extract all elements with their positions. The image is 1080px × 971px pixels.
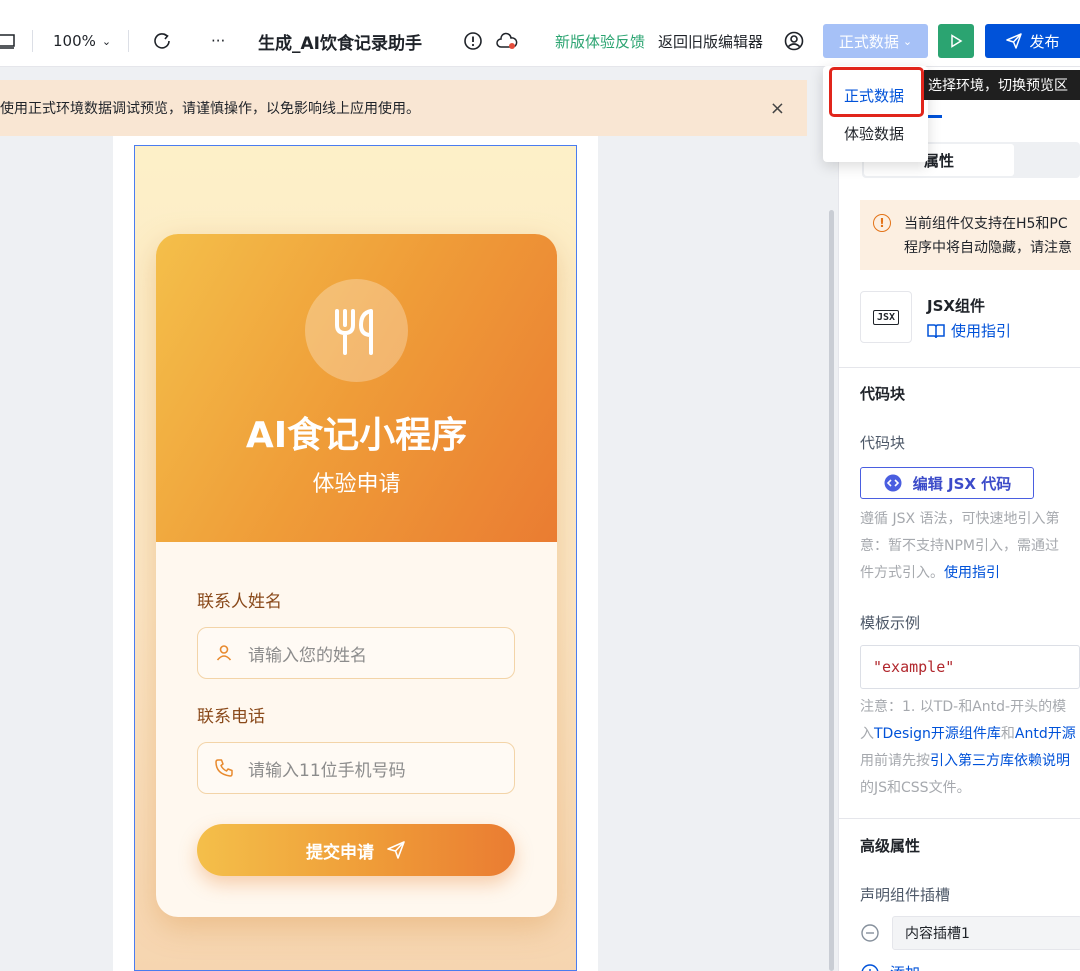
close-icon[interactable]: × <box>770 98 785 119</box>
note-line3-pre: 用前请先按 <box>860 753 930 769</box>
more-icon[interactable]: ··· <box>211 26 225 56</box>
antd-link[interactable]: Antd开源 <box>1015 726 1076 742</box>
tdesign-link[interactable]: TDesign开源组件库 <box>874 726 1001 742</box>
send-icon <box>1005 32 1023 50</box>
note-line4: 的JS和CSS文件。 <box>860 775 1076 802</box>
warning-line2: 程序中将自动隐藏，请注意 <box>904 236 1080 260</box>
toolbar-divider <box>32 30 33 52</box>
desc-line1: 遵循 JSX 语法，可快速地引入第 <box>860 506 1060 533</box>
add-icon <box>860 963 880 971</box>
selection-highlight <box>829 67 924 117</box>
code-description: 遵循 JSX 语法，可快速地引入第 意：暂不支持NPM引入，需通过 件方式引入。… <box>860 506 1060 587</box>
chevron-down-icon: ⌄ <box>903 35 912 48</box>
tab-underline <box>927 115 942 118</box>
phone-icon <box>214 758 234 778</box>
template-code: "example" <box>860 645 1080 689</box>
banner-text: 使用正式环境数据调试预览，请谨慎操作，以免影响线上应用使用。 <box>0 98 420 118</box>
note-line3: 用前请先按引入第三方库依赖说明 <box>860 748 1076 775</box>
info-icon[interactable] <box>463 26 483 56</box>
compat-warning: 当前组件仅支持在H5和PC 程序中将自动隐藏，请注意 <box>860 200 1080 270</box>
add-slot-button[interactable]: 添加 <box>860 962 920 971</box>
usage-guide-label: 使用指引 <box>951 320 1011 341</box>
submit-button[interactable]: 提交申请 <box>197 824 515 876</box>
desc-line3: 件方式引入。使用指引 <box>860 560 1060 587</box>
back-old-editor-link[interactable]: 返回旧版编辑器 <box>658 26 763 56</box>
chevron-down-icon: ⌄ <box>102 35 111 48</box>
template-note: 注意：1. 以TD-和Antd-开头的模 入TDesign开源组件库和Antd开… <box>860 694 1076 802</box>
code-icon <box>883 473 903 493</box>
env-warning-banner: 使用正式环境数据调试预览，请谨慎操作，以免影响线上应用使用。 × <box>0 80 807 136</box>
name-input[interactable]: 请输入您的姓名 <box>197 627 515 679</box>
submit-label: 提交申请 <box>306 838 374 863</box>
play-icon <box>949 34 963 48</box>
book-icon <box>927 323 945 339</box>
env-select-label: 正式数据 <box>839 31 899 52</box>
feedback-link[interactable]: 新版体验反馈 <box>555 26 645 56</box>
note-line2-pre: 入 <box>860 726 874 742</box>
card-header: AI食记小程序 体验申请 <box>156 234 557 542</box>
section-code-heading: 代码块 <box>860 383 905 404</box>
desc-line3-text: 件方式引入。 <box>860 565 944 581</box>
section-divider <box>838 818 1080 819</box>
zoom-select[interactable]: 100% ⌄ <box>53 26 111 56</box>
panel-scrollbar[interactable] <box>829 210 834 971</box>
slot-row: 内容插槽1 <box>860 916 1080 950</box>
add-label: 添加 <box>890 962 920 971</box>
phone-input[interactable]: 请输入11位手机号码 <box>197 742 515 794</box>
third-party-link[interactable]: 引入第三方库依赖说明 <box>930 753 1070 769</box>
env-option-trial[interactable]: 体验数据 <box>823 116 928 150</box>
jsx-component-icon: JSX <box>860 291 912 343</box>
usage-guide-link[interactable]: 使用指引 <box>927 320 1011 341</box>
desc-usage-link[interactable]: 使用指引 <box>944 565 1000 581</box>
env-tooltip: 选择环境，切换预览区 <box>924 70 1080 100</box>
device-toggle-icon[interactable] <box>0 26 16 56</box>
app-subtitle: 体验申请 <box>156 466 557 498</box>
env-select-button[interactable]: 正式数据 ⌄ <box>823 24 928 58</box>
code-block-label: 代码块 <box>860 432 905 453</box>
warning-icon: ! <box>873 214 891 232</box>
utensils-icon <box>305 279 408 382</box>
refresh-icon[interactable] <box>152 26 172 56</box>
toolbar-divider <box>128 30 129 52</box>
slot-label: 声明组件插槽 <box>860 884 950 905</box>
name-placeholder: 请输入您的姓名 <box>248 641 367 666</box>
application-card: AI食记小程序 体验申请 联系人姓名 请输入您的姓名 联系电话 请输入11位手机… <box>156 234 557 917</box>
cloud-status-icon <box>496 26 518 56</box>
preview-play-button[interactable] <box>938 24 974 58</box>
user-icon <box>214 643 234 663</box>
section-divider <box>838 367 1080 368</box>
name-label: 联系人姓名 <box>197 587 282 612</box>
publish-label: 发布 <box>1029 31 1059 52</box>
app-title: 生成_AI饮食记录助手 <box>258 26 422 56</box>
phone-label: 联系电话 <box>197 702 265 727</box>
edit-jsx-label: 编辑 JSX 代码 <box>913 473 1011 494</box>
template-example-label: 模板示例 <box>860 612 920 633</box>
section-advanced-heading: 高级属性 <box>860 835 920 856</box>
top-toolbar: 100% ⌄ ··· 生成_AI饮食记录助手 新版体验反馈 返回旧版编辑器 正式… <box>0 0 1080 67</box>
note-line2: 入TDesign开源组件库和Antd开源 <box>860 721 1076 748</box>
desc-line2: 意：暂不支持NPM引入，需通过 <box>860 533 1060 560</box>
component-name: JSX组件 <box>927 295 985 316</box>
app-name-heading: AI食记小程序 <box>156 406 557 458</box>
note-line1: 注意：1. 以TD-和Antd-开头的模 <box>860 694 1076 721</box>
phone-placeholder: 请输入11位手机号码 <box>248 756 406 781</box>
warning-line1: 当前组件仅支持在H5和PC <box>904 212 1080 236</box>
zoom-value: 100% <box>53 32 96 50</box>
edit-jsx-button[interactable]: 编辑 JSX 代码 <box>860 467 1034 499</box>
publish-button[interactable]: 发布 <box>985 24 1080 58</box>
note-line2-mid: 和 <box>1001 726 1015 742</box>
preview-page: AI食记小程序 体验申请 联系人姓名 请输入您的姓名 联系电话 请输入11位手机… <box>134 145 577 971</box>
slot-name-input[interactable]: 内容插槽1 <box>892 916 1080 950</box>
user-avatar-icon[interactable] <box>784 26 804 56</box>
jsx-badge: JSX <box>873 310 899 325</box>
send-icon <box>386 840 406 860</box>
remove-icon[interactable] <box>860 923 880 943</box>
